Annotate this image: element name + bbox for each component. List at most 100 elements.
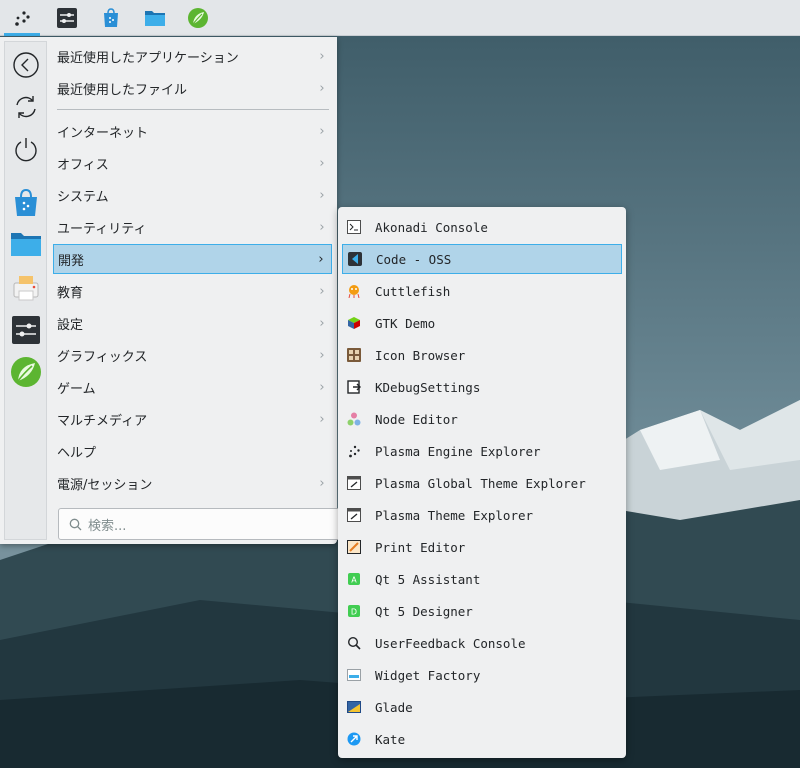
plasma-launcher-icon: [15, 11, 30, 26]
chevron-right-icon: ›: [319, 411, 325, 427]
taskbar-system-settings[interactable]: [47, 0, 87, 36]
category-power-session[interactable]: 電源/セッション ›: [53, 468, 332, 498]
back-button[interactable]: [8, 47, 44, 83]
power-button[interactable]: [8, 131, 44, 167]
app-label: KDebugSettings: [375, 379, 481, 395]
chevron-right-icon: ›: [319, 219, 325, 235]
discover-store-icon: [15, 188, 37, 216]
app-label: Code - OSS: [376, 251, 452, 267]
category-utilities[interactable]: ユーティリティ ›: [53, 212, 332, 242]
chevron-right-icon: ›: [319, 379, 325, 395]
file-manager-icon: [145, 11, 165, 26]
chevron-right-icon: ›: [319, 187, 325, 203]
menu-separator: [57, 109, 329, 110]
menu-recent-apps[interactable]: 最近使用したアプリケーション ›: [53, 41, 332, 71]
chevron-right-icon: ›: [319, 80, 325, 96]
app-code-oss[interactable]: Code - OSS: [342, 244, 622, 274]
category-label: インターネット: [57, 125, 149, 141]
app-glade[interactable]: Glade: [342, 692, 622, 722]
app-label: Icon Browser: [375, 347, 466, 363]
menu-item-label: 最近使用したファイル: [57, 82, 188, 98]
refresh-button[interactable]: [8, 89, 44, 125]
app-akonadi-console[interactable]: Akonadi Console: [342, 212, 622, 242]
category-help[interactable]: ヘルプ: [53, 436, 332, 466]
category-graphics[interactable]: グラフィックス ›: [53, 340, 332, 370]
app-plasma-global-theme-explorer[interactable]: Plasma Global Theme Explorer: [342, 468, 622, 498]
chevron-right-icon: ›: [319, 347, 325, 363]
app-cuttlefish[interactable]: Cuttlefish: [342, 276, 622, 306]
power-icon: [15, 138, 37, 162]
taskbar-discover[interactable]: [91, 0, 131, 36]
top-panel: [0, 0, 800, 36]
favorite-file-manager[interactable]: [8, 226, 44, 262]
category-office[interactable]: オフィス ›: [53, 148, 332, 178]
app-label: Qt 5 Designer: [375, 603, 473, 619]
chevron-right-icon: ›: [319, 48, 325, 64]
category-development[interactable]: 開発 ›: [53, 244, 332, 274]
app-plasma-engine-explorer[interactable]: Plasma Engine Explorer: [342, 436, 622, 466]
taskbar-file-manager[interactable]: [135, 0, 175, 36]
category-games[interactable]: ゲーム ›: [53, 372, 332, 402]
glade-icon: [346, 699, 362, 715]
favorite-system-settings[interactable]: [8, 312, 44, 348]
app-plasma-theme-explorer[interactable]: Plasma Theme Explorer: [342, 500, 622, 530]
kate-icon: [346, 731, 362, 747]
search-field[interactable]: 検索...: [58, 508, 348, 540]
category-label: ユーティリティ: [57, 221, 147, 237]
qt-assistant-icon: A: [346, 571, 362, 587]
theme-explorer-icon: [346, 475, 362, 491]
app-label: Print Editor: [375, 539, 466, 555]
qt-designer-icon: D: [346, 603, 362, 619]
chevron-right-icon: ›: [319, 475, 325, 491]
category-system[interactable]: システム ›: [53, 180, 332, 210]
category-label: オフィス: [57, 157, 109, 173]
category-settings[interactable]: 設定 ›: [53, 308, 332, 338]
plasma-launcher-icon: [346, 443, 362, 459]
app-label: Node Editor: [375, 411, 458, 427]
favorite-discover[interactable]: [8, 185, 44, 221]
icon-browser-icon: [346, 347, 362, 363]
menu-item-label: 最近使用したアプリケーション: [57, 50, 239, 66]
node-editor-icon: [346, 411, 362, 427]
favorites-sidebar: [4, 41, 47, 540]
print-editor-icon: [346, 539, 362, 555]
application-launcher-button[interactable]: [2, 0, 42, 36]
app-userfeedback-console[interactable]: UserFeedback Console: [342, 628, 622, 658]
app-icon-browser[interactable]: Icon Browser: [342, 340, 622, 370]
application-menu: 最近使用したアプリケーション › 最近使用したファイル › インターネット › …: [0, 37, 348, 544]
category-label: マルチメディア: [57, 413, 148, 429]
app-label: Kate: [375, 731, 406, 747]
app-print-editor[interactable]: Print Editor: [342, 532, 622, 562]
refresh-icon: [16, 96, 36, 118]
chevron-right-icon: ›: [319, 283, 325, 299]
category-label: ヘルプ: [57, 445, 97, 461]
favorite-leaf-app[interactable]: [8, 354, 44, 390]
app-kate[interactable]: Kate: [342, 724, 622, 754]
file-manager-icon: [11, 233, 41, 256]
search-placeholder: 検索...: [88, 518, 127, 534]
category-multimedia[interactable]: マルチメディア ›: [53, 404, 332, 434]
category-label: ゲーム: [57, 381, 96, 397]
category-education[interactable]: 教育 ›: [53, 276, 332, 306]
app-qt5-designer[interactable]: D Qt 5 Designer: [342, 596, 622, 626]
category-internet[interactable]: インターネット ›: [53, 116, 332, 146]
app-label: Plasma Global Theme Explorer: [375, 475, 586, 491]
app-label: UserFeedback Console: [375, 635, 526, 651]
theme-explorer-icon: [346, 507, 362, 523]
app-qt5-assistant[interactable]: A Qt 5 Assistant: [342, 564, 622, 594]
app-kdebugsettings[interactable]: KDebugSettings: [342, 372, 622, 402]
app-widget-factory[interactable]: Widget Factory: [342, 660, 622, 690]
app-label: Plasma Theme Explorer: [375, 507, 534, 523]
app-gtk-demo[interactable]: GTK Demo: [342, 308, 622, 338]
chevron-right-icon: ›: [318, 251, 324, 267]
favorite-printer[interactable]: [8, 270, 44, 306]
code-oss-icon: [347, 251, 363, 267]
category-label: 設定: [57, 317, 84, 333]
menu-recent-files[interactable]: 最近使用したファイル ›: [53, 73, 332, 103]
app-node-editor[interactable]: Node Editor: [342, 404, 622, 434]
taskbar-leaf-app[interactable]: [178, 0, 218, 36]
cuttlefish-icon: [346, 283, 362, 299]
app-label: Akonadi Console: [375, 219, 488, 235]
app-label: Cuttlefish: [375, 283, 451, 299]
category-label: 開発: [58, 253, 85, 269]
